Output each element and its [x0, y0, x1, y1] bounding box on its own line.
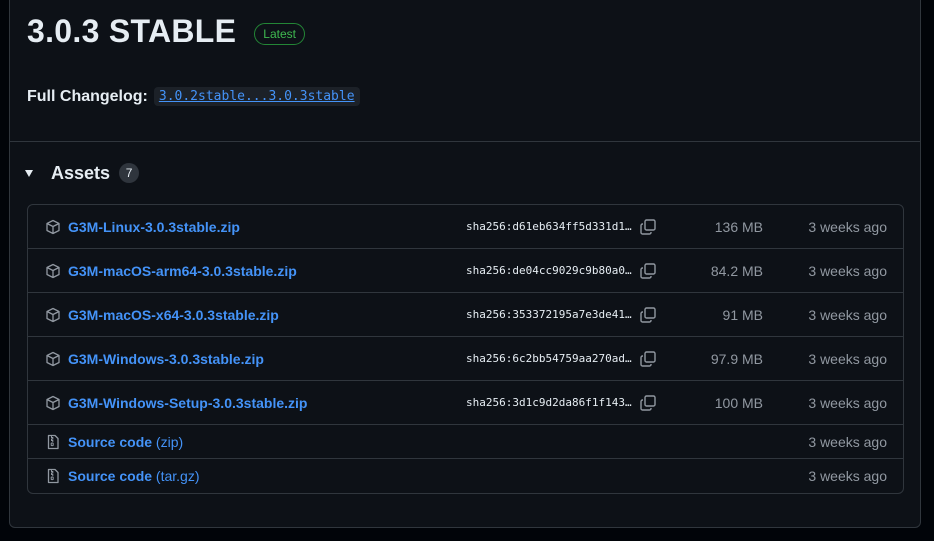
source-code-zip-link[interactable]: Source code (zip): [68, 434, 183, 450]
copy-icon[interactable]: [639, 394, 657, 412]
asset-sha: sha256:6c2bb54759aa270ad…: [466, 352, 632, 365]
package-icon: [45, 307, 61, 323]
source-row: Source code (tar.gz) 3 weeks ago: [28, 459, 903, 493]
package-icon: [45, 395, 61, 411]
asset-row: G3M-Windows-Setup-3.0.3stable.zip sha256…: [28, 381, 903, 425]
triangle-down-icon: [25, 170, 33, 177]
asset-date: 3 weeks ago: [808, 218, 887, 235]
copy-icon[interactable]: [639, 262, 657, 280]
assets-toggle[interactable]: Assets 7: [25, 162, 140, 184]
section-divider: [10, 141, 920, 142]
asset-download-link[interactable]: G3M-macOS-x64-3.0.3stable.zip: [68, 307, 279, 323]
asset-download-link[interactable]: G3M-Linux-3.0.3stable.zip: [68, 219, 240, 235]
asset-size: 97.9 MB: [710, 350, 763, 367]
asset-date: 3 weeks ago: [808, 433, 887, 450]
release-card: 3.0.3 STABLE Latest Full Changelog: 3.0.…: [9, 0, 921, 528]
asset-download-link[interactable]: G3M-macOS-arm64-3.0.3stable.zip: [68, 263, 297, 279]
file-zip-icon: [45, 468, 61, 484]
asset-row: G3M-Linux-3.0.3stable.zip sha256:d61eb63…: [28, 205, 903, 249]
asset-sha: sha256:d61eb634ff5d331d1…: [466, 220, 632, 233]
asset-row: G3M-macOS-x64-3.0.3stable.zip sha256:353…: [28, 293, 903, 337]
package-icon: [45, 351, 61, 367]
asset-download-link[interactable]: G3M-Windows-3.0.3stable.zip: [68, 351, 264, 367]
asset-size: 100 MB: [714, 394, 763, 411]
asset-date: 3 weeks ago: [808, 350, 887, 367]
asset-row: G3M-Windows-3.0.3stable.zip sha256:6c2bb…: [28, 337, 903, 381]
asset-row: G3M-macOS-arm64-3.0.3stable.zip sha256:d…: [28, 249, 903, 293]
assets-list: G3M-Linux-3.0.3stable.zip sha256:d61eb63…: [27, 204, 904, 494]
asset-size: 91 MB: [722, 306, 763, 323]
asset-download-link[interactable]: G3M-Windows-Setup-3.0.3stable.zip: [68, 395, 307, 411]
source-code-label: Source code: [68, 433, 153, 450]
source-format: (zip): [155, 433, 184, 450]
asset-sha: sha256:353372195a7e3de41…: [466, 308, 632, 321]
assets-count-badge: 7: [119, 162, 140, 183]
source-row: Source code (zip) 3 weeks ago: [28, 425, 903, 459]
package-icon: [45, 263, 61, 279]
asset-date: 3 weeks ago: [808, 394, 887, 411]
source-format: (tar.gz): [155, 468, 200, 484]
asset-date: 3 weeks ago: [808, 262, 887, 279]
changelog-label: Full Changelog:: [27, 87, 148, 105]
asset-date: 3 weeks ago: [808, 306, 887, 323]
changelog-row: Full Changelog: 3.0.2stable...3.0.3stabl…: [27, 87, 360, 106]
source-code-label: Source code: [68, 468, 153, 484]
copy-icon[interactable]: [639, 306, 657, 324]
changelog-compare-link[interactable]: 3.0.2stable...3.0.3stable: [153, 87, 360, 106]
asset-sha: sha256:de04cc9029c9b80a0…: [466, 264, 632, 277]
asset-size: 84.2 MB: [710, 262, 763, 279]
asset-size: 136 MB: [714, 218, 763, 235]
package-icon: [45, 219, 61, 235]
asset-date: 3 weeks ago: [808, 468, 887, 484]
release-header: 3.0.3 STABLE Latest: [27, 13, 305, 50]
copy-icon[interactable]: [639, 218, 657, 236]
copy-icon[interactable]: [639, 350, 657, 368]
assets-title: Assets: [51, 163, 111, 183]
asset-sha: sha256:3d1c9d2da86f1f143…: [466, 396, 632, 409]
file-zip-icon: [45, 434, 61, 450]
latest-badge: Latest: [254, 22, 305, 45]
release-title[interactable]: 3.0.3 STABLE: [27, 13, 236, 50]
source-code-targz-link[interactable]: Source code (tar.gz): [68, 468, 200, 484]
